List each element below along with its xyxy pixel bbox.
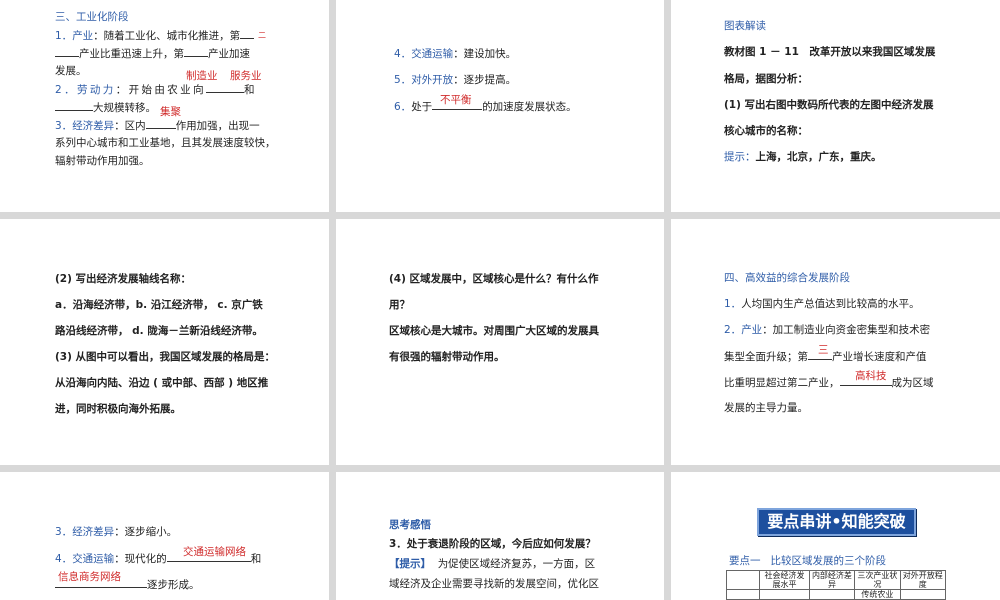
section-title: 图表解读 bbox=[724, 20, 766, 32]
line-industry-2: 产业比重迅速上升，第 产业加速 bbox=[55, 44, 250, 63]
table-cell bbox=[808, 589, 856, 600]
line-difference: 3．经济差异：逐步缩小。 bbox=[55, 526, 178, 538]
slide-industrialization: 三、工业化阶段 1．产业：随着工业化、城市化推进，第 产业比重迅速上升，第 产业加… bbox=[0, 0, 329, 212]
blank bbox=[55, 98, 93, 111]
text-line: 区域核心是大城市。对周围广大区域的发展具 bbox=[389, 325, 599, 337]
line-industry-3: 比重明显超过第二产业， 成为区域 bbox=[724, 373, 934, 392]
line-industry: 2．产业：加工制造业向资金密集型和技术密 bbox=[724, 324, 931, 336]
line-labor: 2．劳动力：开始由农业向和 bbox=[55, 80, 257, 99]
blank bbox=[55, 44, 79, 57]
point-heading: 要点一 比较区域发展的三个阶段 bbox=[729, 555, 887, 567]
blank bbox=[206, 80, 244, 93]
line-industry-3: 发展。 bbox=[55, 65, 87, 77]
table-cell bbox=[725, 589, 761, 600]
text-line: 路沿线经济带， d. 陇海－兰新沿线经济带。 bbox=[55, 325, 263, 337]
text-line: (3) 从图中可以看出，我国区域发展的格局是： bbox=[55, 351, 276, 363]
line-industry-4: 发展的主导力量。 bbox=[724, 402, 808, 414]
slide-axes: (2) 写出经济发展轴线名称： a．沿海经济带，b. 沿江经济带， c. 京广铁… bbox=[0, 219, 329, 465]
table-header: 三次产业状况 bbox=[854, 570, 901, 590]
table-header-row: 社会经济发展水平 内部经济差异 三次产业状况 对外开放程度 bbox=[725, 570, 947, 590]
answer-info-network: 信息商务网络 bbox=[58, 571, 121, 583]
blank bbox=[184, 44, 208, 57]
text-line: 用？ bbox=[389, 299, 410, 311]
table-cell bbox=[899, 589, 947, 600]
slide-key-points: 要点串讲•知能突破 要点一 比较区域发展的三个阶段 社会经济发展水平 内部经济差… bbox=[671, 472, 1000, 600]
slide-regional-core: (4) 区域发展中，区域核心是什么？有什么作 用？ 区域核心是大城市。对周围广大… bbox=[336, 219, 664, 465]
text-line: 有很强的辐射带动作用。 bbox=[389, 351, 505, 363]
answer-transport-network: 交通运输网络 bbox=[183, 546, 246, 558]
line-industry: 1．产业：随着工业化、城市化推进，第 bbox=[55, 26, 255, 45]
line-labor-2: 大规模转移。 bbox=[55, 98, 156, 117]
blank bbox=[240, 26, 255, 39]
line-opening: 5．对外开放：逐步提高。 bbox=[394, 74, 517, 86]
slide-high-efficiency-cont: 3．经济差异：逐步缩小。 4．交通运输：现代化的和 交通运输网络 逐步形成。 信… bbox=[0, 472, 329, 600]
line-transport: 4．交通运输：建设加快。 bbox=[394, 48, 517, 60]
hint-line: 提示：上海，北京，广东，重庆。 bbox=[724, 151, 882, 163]
table-header: 内部经济差异 bbox=[808, 570, 856, 590]
answer-secondary: 二 bbox=[258, 31, 266, 40]
blank bbox=[145, 116, 176, 129]
text-line: 格局，据图分析： bbox=[724, 73, 808, 85]
text-line: (1) 写出右图中数码所代表的左图中经济发展 bbox=[724, 99, 934, 111]
line-gdp: 1．人均国内生产总值达到比较高的水平。 bbox=[724, 298, 920, 310]
key-points-banner: 要点串讲•知能突破 bbox=[757, 508, 916, 536]
text-line: 从沿海向内陆、沿边 ( 或中部、西部 ) 地区推 bbox=[55, 377, 269, 389]
hint-line: 域经济及企业需要寻找新的发展空间，优化区 bbox=[389, 578, 599, 590]
answer-tertiary: 三 bbox=[818, 344, 829, 356]
text-line: (4) 区域发展中，区域核心是什么？有什么作 bbox=[389, 273, 599, 285]
text-line: 进，同时积极向海外拓展。 bbox=[55, 403, 181, 415]
slide-chart-reading: 图表解读 教材图 1 － 11 改革开放以来我国区域发展 格局，据图分析： (1… bbox=[671, 0, 1000, 212]
table-row: 传统农业 bbox=[725, 589, 947, 600]
text-line: a．沿海经济带，b. 沿江经济带， c. 京广铁 bbox=[55, 299, 263, 311]
table-header: 社会经济发展水平 bbox=[759, 570, 810, 590]
slide-industrialization-cont: 4．交通运输：建设加快。 5．对外开放：逐步提高。 6．处于 的加速度发展状态。 … bbox=[336, 0, 664, 212]
text-line: (2) 写出经济发展轴线名称： bbox=[55, 273, 192, 285]
text-line: 教材图 1 － 11 改革开放以来我国区域发展 bbox=[724, 46, 936, 58]
table-cell: 传统农业 bbox=[854, 589, 901, 600]
line-difference-2: 系列中心城市和工业基地，且其发展速度较快， bbox=[55, 137, 276, 149]
slide-reflection: 思考感悟 3．处于衰退阶段的区域，今后应如何发展？ 【提示】 为促使区域经济复苏… bbox=[336, 472, 664, 600]
answer-hitech: 高科技 bbox=[855, 370, 887, 382]
text-line: 核心城市的名称： bbox=[724, 125, 808, 137]
table-header: 对外开放程度 bbox=[899, 570, 947, 590]
hint-line: 【提示】 为促使区域经济复苏，一方面，区 bbox=[389, 558, 596, 570]
line-difference-3: 辐射带动作用加强。 bbox=[55, 155, 150, 167]
slide-high-efficiency: 四、高效益的综合发展阶段 1．人均国内生产总值达到比较高的水平。 2．产业：加工… bbox=[671, 219, 1000, 465]
section-title: 思考感悟 bbox=[389, 519, 431, 531]
table-cell bbox=[759, 589, 810, 600]
question-line: 3．处于衰退阶段的区域，今后应如何发展？ bbox=[389, 538, 596, 550]
table-cell bbox=[725, 570, 761, 590]
comparison-table: 社会经济发展水平 内部经济差异 三次产业状况 对外开放程度 传统农业 bbox=[725, 570, 947, 600]
section-heading: 三、工业化阶段 bbox=[55, 11, 129, 23]
line-state: 6．处于 的加速度发展状态。 bbox=[394, 97, 577, 116]
line-difference: 3．经济差异：区内 作用加强，出现一 bbox=[55, 116, 260, 135]
answer-unbalanced: 不平衡 bbox=[440, 94, 472, 106]
section-heading: 四、高效益的综合发展阶段 bbox=[724, 272, 850, 284]
